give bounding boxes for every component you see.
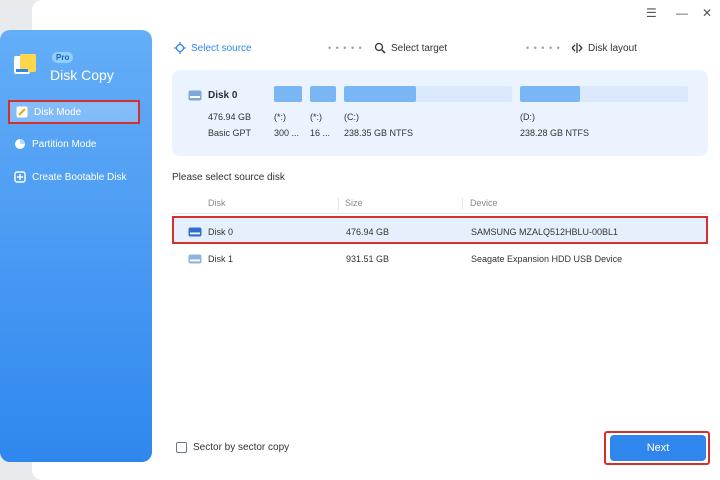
bootable-disk-icon	[14, 171, 26, 183]
partition-bar-fill	[344, 86, 417, 102]
crosshair-icon	[174, 42, 186, 54]
step-label: Disk layout	[588, 42, 637, 54]
partition-label: (*:)	[310, 112, 322, 122]
partition-detail: 16 ...	[310, 128, 331, 138]
section-title: Please select source disk	[172, 172, 285, 183]
minimize-button[interactable]: —	[676, 6, 688, 20]
partition-bar-fill	[274, 86, 302, 102]
table-row[interactable]: Disk 1 931.51 GB Seagate Expansion HDD U…	[172, 245, 708, 273]
close-button[interactable]: ✕	[702, 6, 712, 20]
table-header: Disk Size Device	[172, 194, 708, 214]
step-disk-layout: Disk layout	[571, 42, 637, 54]
row-disk-size: 931.51 GB	[346, 254, 390, 264]
step-label: Select target	[391, 42, 448, 54]
wizard-steps: Select source • • • • • Select target • …	[0, 40, 720, 58]
sector-copy-option[interactable]: Sector by sector copy	[176, 442, 289, 453]
sector-copy-checkbox[interactable]	[176, 442, 187, 453]
menu-icon[interactable]: ☰	[646, 6, 657, 20]
partition-detail: 238.28 GB NTFS	[520, 128, 590, 138]
partition-detail: 238.35 GB NTFS	[344, 128, 414, 138]
column-header-size[interactable]: Size	[345, 198, 363, 208]
column-divider	[338, 198, 339, 210]
step-select-source: Select source	[174, 42, 252, 54]
source-disk-card: Disk 0 476.94 GB Basic GPT (*:) 300 ... …	[172, 70, 708, 156]
partition-bar[interactable]	[310, 86, 336, 102]
partition-bar-fill	[310, 86, 336, 102]
row-disk-name: Disk 1	[208, 254, 234, 264]
sidebar-item-label: Partition Mode	[32, 138, 97, 150]
row-device: Seagate Expansion HDD USB Device	[471, 254, 623, 264]
disk-mode-icon	[16, 106, 28, 118]
partition-label: (*:)	[274, 112, 286, 122]
partition-bar[interactable]	[520, 86, 688, 102]
search-icon	[374, 42, 386, 54]
pie-chart-icon	[14, 138, 26, 150]
sector-copy-label: Sector by sector copy	[193, 442, 290, 453]
row-disk-name: Disk 0	[208, 227, 234, 237]
disk-icon	[188, 254, 202, 264]
step-separator: • • • • •	[526, 43, 561, 53]
sidebar-item-label: Disk Mode	[34, 106, 82, 118]
step-select-target: Select target	[374, 42, 447, 54]
app-title: Disk Copy	[50, 67, 114, 83]
sidebar-item-disk-mode[interactable]: Disk Mode	[8, 100, 140, 124]
disk-name: Disk 0	[208, 90, 238, 101]
next-button[interactable]: Next	[610, 435, 706, 461]
disk-icon	[188, 90, 202, 101]
partition-bar[interactable]	[274, 86, 302, 102]
sidebar-item-label: Create Bootable Disk	[32, 171, 127, 183]
disk-icon	[188, 227, 202, 237]
partition-bar[interactable]	[344, 86, 512, 102]
column-header-device[interactable]: Device	[470, 198, 498, 208]
partition-detail: 300 ...	[274, 128, 300, 138]
disk-type: Basic GPT	[208, 128, 252, 138]
step-separator: • • • • •	[328, 43, 363, 53]
partition-label: (C:)	[344, 112, 359, 122]
row-device: SAMSUNG MZALQ512HBLU-00BL1	[471, 227, 619, 237]
table-row[interactable]: Disk 0 476.94 GB SAMSUNG MZALQ512HBLU-00…	[172, 216, 708, 244]
column-header-disk[interactable]: Disk	[208, 198, 226, 208]
sidebar-item-create-bootable-disk[interactable]: Create Bootable Disk	[8, 165, 140, 189]
column-divider	[462, 198, 463, 210]
sidebar	[0, 30, 152, 462]
sidebar-item-partition-mode[interactable]: Partition Mode	[8, 132, 140, 156]
disk-size: 476.94 GB	[208, 112, 252, 122]
layout-icon	[571, 43, 583, 53]
row-disk-size: 476.94 GB	[346, 227, 390, 237]
step-label: Select source	[191, 42, 252, 54]
partition-label: (D:)	[520, 112, 535, 122]
partition-bar-fill	[520, 86, 581, 102]
